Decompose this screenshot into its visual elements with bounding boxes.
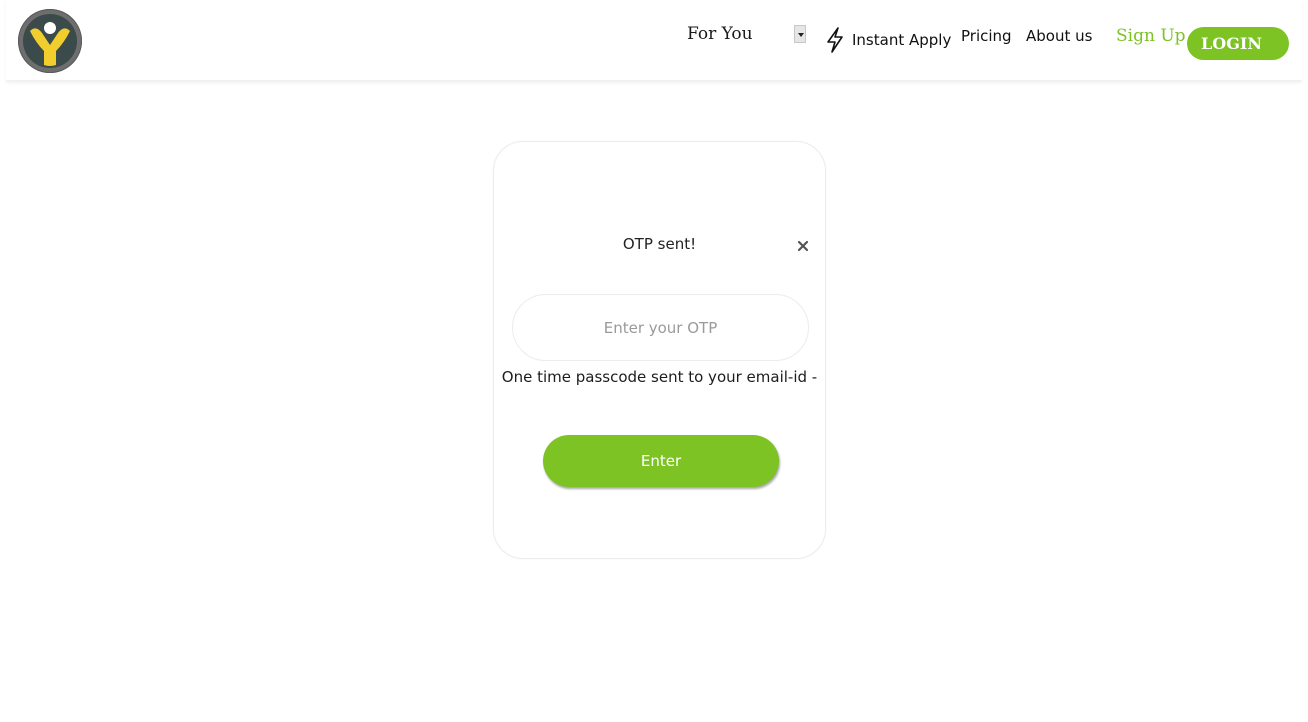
person-logo-icon[interactable] bbox=[18, 9, 82, 73]
login-button[interactable]: LOGIN bbox=[1187, 27, 1289, 60]
lightning-bolt-icon bbox=[827, 27, 843, 53]
otp-card: OTP sent! One time passcode sent to your… bbox=[493, 141, 826, 559]
dropdown-arrow-icon[interactable] bbox=[794, 25, 806, 43]
nav-about-us[interactable]: About us bbox=[1026, 27, 1092, 45]
nav-instant-apply-label: Instant Apply bbox=[852, 31, 952, 49]
nav-instant-apply[interactable]: Instant Apply bbox=[824, 26, 951, 54]
close-icon[interactable] bbox=[796, 238, 810, 252]
nav-sign-up[interactable]: Sign Up bbox=[1116, 26, 1186, 46]
top-navbar: For You Instant Apply Pricing About us S… bbox=[6, 0, 1302, 81]
otp-input[interactable] bbox=[512, 294, 809, 361]
enter-button[interactable]: Enter bbox=[543, 435, 779, 487]
otp-hint-text: One time passcode sent to your email-id … bbox=[501, 368, 818, 386]
page: For You Instant Apply Pricing About us S… bbox=[0, 0, 1308, 722]
otp-card-title: OTP sent! bbox=[622, 235, 697, 253]
nav-for-you[interactable]: For You bbox=[687, 24, 753, 44]
nav-pricing[interactable]: Pricing bbox=[961, 27, 1012, 45]
